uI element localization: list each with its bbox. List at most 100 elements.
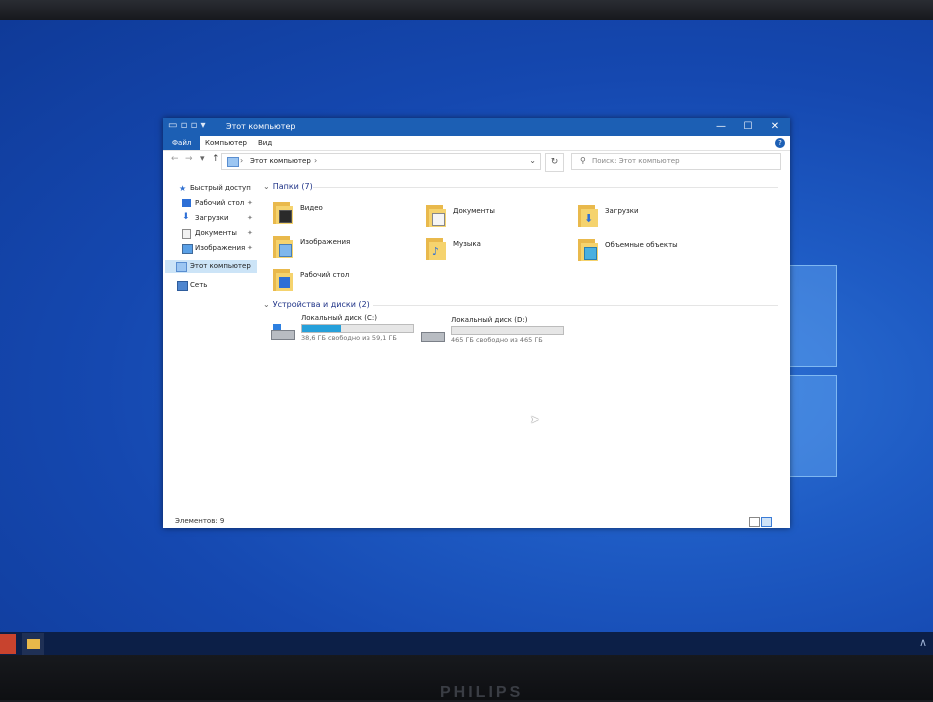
chevron-up-icon[interactable]: ∧ (919, 636, 927, 649)
chevron-down-icon: ⌄ (263, 300, 270, 309)
close-button[interactable]: ✕ (764, 120, 786, 134)
group-divider (313, 187, 778, 188)
folder-tile-3d-objects[interactable]: Объемные объекты (578, 235, 728, 269)
ribbon-tabs: Файл Компьютер Вид ? (163, 136, 790, 151)
status-item-count: Элементов: 9 (175, 517, 225, 525)
folder-name: Рабочий стол (300, 271, 350, 279)
drive-name: Локальный диск (D:) (451, 316, 528, 324)
nav-item-label: Изображения (195, 244, 246, 252)
pin-icon[interactable]: ✦ (247, 242, 253, 255)
document-icon (182, 229, 191, 239)
computer-icon (176, 262, 187, 272)
monitor-brand-logo: PHILIPS (440, 684, 524, 701)
content-pane: ⌄ Папки (7) Видео Документы ⬇ Загрузки Из… (263, 174, 783, 514)
taskbar: ∧ (0, 632, 933, 656)
nav-item-label: Этот компьютер (190, 262, 251, 270)
monitor-bezel-top (0, 0, 933, 22)
maximize-button[interactable]: ☐ (737, 120, 759, 134)
drive-free-space: 465 ГБ свободно из 465 ГБ (451, 336, 543, 344)
details-view-icon[interactable] (749, 517, 760, 527)
title-bar[interactable]: ▭ ▫ ▫ ▾ Этот компьютер — ☐ ✕ (163, 118, 790, 136)
folder-name: Загрузки (605, 207, 639, 215)
pin-icon[interactable]: ✦ (247, 197, 253, 210)
folder-tile-pictures[interactable]: Изображения (273, 232, 423, 266)
address-bar[interactable]: › Этот компьютер › ⌄ (221, 153, 541, 170)
search-input[interactable]: ⚲ Поиск: Этот компьютер (571, 153, 781, 170)
nav-item-label: Загрузки (195, 214, 229, 222)
tiles-view-icon[interactable] (761, 517, 772, 527)
desktop-folder-icon (273, 269, 293, 291)
recent-dropdown-icon[interactable]: ▾ (200, 154, 205, 164)
music-folder-icon: ♪ (426, 238, 446, 260)
refresh-icon[interactable]: ↻ (545, 153, 564, 172)
chevron-down-icon: ⌄ (263, 182, 270, 191)
drive-icon (421, 326, 445, 342)
folder-name: Видео (300, 204, 323, 212)
search-placeholder: Поиск: Этот компьютер (592, 157, 680, 165)
tab-computer[interactable]: Компьютер (198, 136, 254, 150)
nav-item-downloads[interactable]: ⬇ Загрузки ✦ (163, 212, 259, 225)
back-arrow-icon[interactable]: ← (171, 154, 179, 164)
search-icon: ⚲ (580, 156, 586, 165)
pictures-folder-icon (273, 236, 293, 258)
computer-icon (227, 157, 239, 167)
nav-quick-access-label: Быстрый доступ (190, 184, 251, 192)
windows-drive-icon (271, 324, 295, 340)
pin-icon[interactable]: ✦ (247, 227, 253, 240)
nav-item-label: Сеть (190, 281, 208, 289)
file-explorer-window: ▭ ▫ ▫ ▾ Этот компьютер — ☐ ✕ Файл Компью… (163, 118, 790, 528)
drive-name: Локальный диск (C:) (301, 314, 377, 322)
breadcrumb-chevron[interactable]: › (314, 156, 317, 165)
minimize-button[interactable]: — (710, 120, 732, 134)
folders-header-label: Папки (7) (272, 182, 313, 191)
drive-usage-bar (451, 326, 564, 335)
drive-tile-d[interactable]: Локальный диск (D:) 465 ГБ свободно из 4… (421, 316, 571, 350)
status-bar: Элементов: 9 (163, 514, 790, 528)
start-button[interactable] (0, 634, 16, 654)
folders-group-header[interactable]: ⌄ Папки (7) (263, 182, 313, 191)
nav-item-documents[interactable]: Документы ✦ (163, 227, 259, 240)
network-icon (177, 281, 188, 291)
drive-tile-c[interactable]: Локальный диск (C:) 38,6 ГБ свободно из … (271, 314, 421, 348)
nav-item-network[interactable]: Сеть (163, 279, 259, 292)
desktop-icon (182, 199, 191, 207)
taskbar-file-explorer-icon[interactable] (22, 633, 44, 656)
address-row: ← → ▾ ↑ › Этот компьютер › ⌄ ↻ ⚲ Поиск: … (163, 150, 790, 172)
drive-usage-bar (301, 324, 414, 333)
tab-view[interactable]: Вид (251, 136, 279, 150)
up-arrow-icon[interactable]: ↑ (212, 154, 220, 164)
mouse-cursor-icon: ➤ (530, 413, 540, 426)
star-icon: ★ (179, 184, 187, 193)
folder-name: Изображения (300, 238, 351, 246)
nav-item-desktop[interactable]: Рабочий стол ✦ (163, 197, 259, 210)
tab-file[interactable]: Файл (163, 136, 201, 150)
folder-tile-music[interactable]: ♪ Музыка (426, 234, 576, 268)
group-divider (373, 305, 778, 306)
folder-name: Объемные объекты (605, 241, 678, 249)
help-button[interactable]: ? (775, 138, 785, 148)
breadcrumb-separator[interactable]: › (240, 156, 243, 165)
downloads-folder-icon: ⬇ (578, 205, 598, 227)
video-folder-icon (273, 202, 293, 224)
folder-tile-desktop[interactable]: Рабочий стол (273, 265, 423, 299)
desktop: ▭ ▫ ▫ ▾ Этот компьютер — ☐ ✕ Файл Компью… (0, 20, 933, 656)
download-icon: ⬇ (182, 212, 190, 222)
chevron-down-icon[interactable]: ⌄ (529, 156, 536, 165)
folder-tile-documents[interactable]: Документы (426, 201, 576, 235)
navigation-pane: ★ Быстрый доступ Рабочий стол ✦ ⬇ Загруз… (163, 174, 261, 514)
nav-item-label: Документы (195, 229, 237, 237)
folder-name: Музыка (453, 240, 481, 248)
nav-quick-access[interactable]: ★ Быстрый доступ (163, 182, 259, 195)
folder-tile-downloads[interactable]: ⬇ Загрузки (578, 201, 728, 235)
folder-tile-video[interactable]: Видео (273, 198, 423, 232)
forward-arrow-icon[interactable]: → (185, 154, 193, 164)
drives-group-header[interactable]: ⌄ Устройства и диски (2) (263, 300, 370, 309)
drives-header-label: Устройства и диски (2) (272, 300, 370, 309)
quick-access-toolbar[interactable]: ▭ ▫ ▫ ▾ (168, 120, 206, 131)
3d-objects-folder-icon (578, 239, 598, 261)
pin-icon[interactable]: ✦ (247, 212, 253, 225)
nav-item-pictures[interactable]: Изображения ✦ (163, 242, 259, 255)
nav-item-this-pc[interactable]: Этот компьютер (165, 260, 257, 273)
breadcrumb-this-pc[interactable]: Этот компьютер (250, 157, 311, 165)
documents-folder-icon (426, 205, 446, 227)
